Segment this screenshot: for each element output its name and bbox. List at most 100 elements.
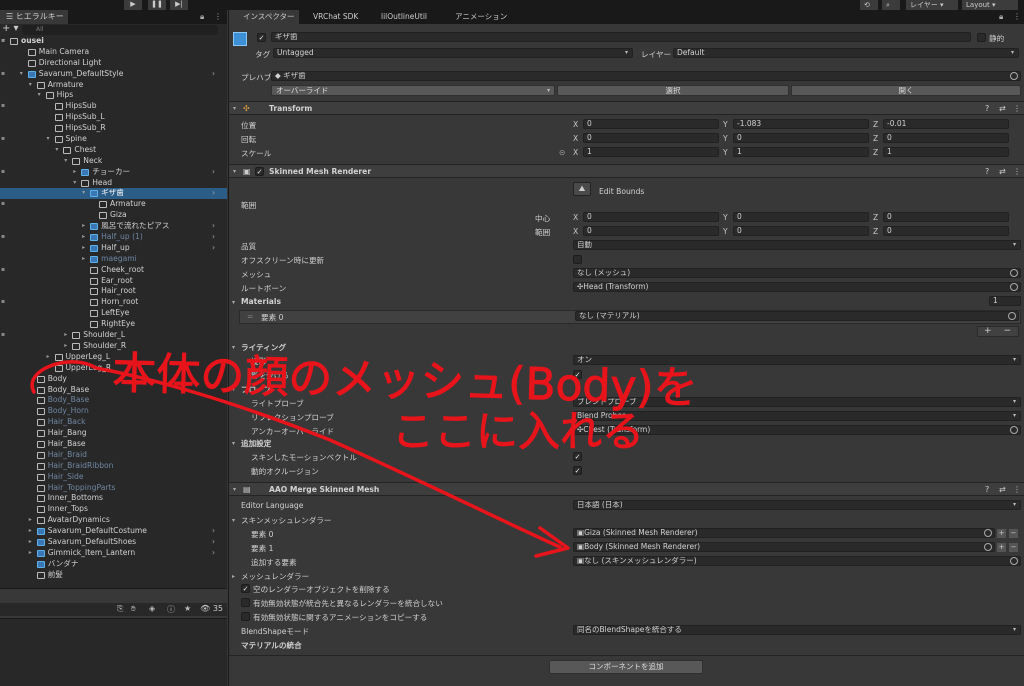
visibility-icon[interactable]: ▪ — [1, 199, 5, 210]
cast-shadows-dropdown[interactable]: オン ▾ — [573, 355, 1021, 365]
renderer-element0-field[interactable]: ▣Giza (Skinned Mesh Renderer) — [573, 528, 995, 538]
expand-arrow-icon[interactable]: ▸ — [29, 526, 32, 537]
expand-arrow-icon[interactable]: ▾ — [29, 80, 32, 91]
info-icon[interactable]: ⓘ — [167, 604, 175, 615]
copy-animation-checkbox[interactable] — [241, 612, 250, 621]
lock-icon[interactable]: 🔒︎ — [999, 12, 1003, 22]
help-icon[interactable]: ? — [985, 485, 989, 494]
create-button[interactable]: + ▾ — [2, 23, 19, 34]
expand-arrow-icon[interactable]: ▸ — [82, 221, 85, 232]
visibility-icon[interactable]: ▪ — [1, 265, 5, 276]
hierarchy-row[interactable]: ▪ Cheek_root — [0, 265, 227, 276]
open-prefab-icon[interactable]: › — [212, 537, 215, 548]
help-icon[interactable]: ? — [985, 167, 989, 176]
remove-empty-checkbox[interactable]: ✓ — [241, 584, 250, 593]
hierarchy-row[interactable]: Ear_root — [0, 276, 227, 287]
add-component-button[interactable]: コンポーネントを追加 — [549, 660, 703, 674]
skinned-mesh-renderer-header[interactable]: ▾ ▣ ✓ Skinned Mesh Renderer ? ⇄ ⋮ — [229, 164, 1024, 178]
anchor-override-field[interactable]: ✣Chest (Transform) — [573, 425, 1021, 435]
tab-vrchat-sdk[interactable]: VRChat SDK — [299, 10, 367, 24]
scene-view-icon[interactable]: ⎘ — [117, 604, 123, 614]
motion-vectors-checkbox[interactable]: ✓ — [573, 452, 582, 461]
hierarchy-row[interactable]: バンダナ — [0, 559, 227, 570]
hierarchy-row[interactable]: ▪ ▸ Shoulder_L — [0, 330, 227, 341]
hand-icon[interactable]: ✋︎ — [131, 604, 136, 614]
visibility-icon[interactable]: ▪ — [1, 69, 5, 80]
hierarchy-row[interactable]: ▾ Hips — [0, 90, 227, 101]
hierarchy-row[interactable]: Hair_ToppingParts — [0, 483, 227, 494]
bounds-center-z-field[interactable]: 0 — [883, 212, 1009, 222]
hierarchy-row[interactable]: LeftEye — [0, 308, 227, 319]
visibility-icon[interactable]: ▪ — [1, 297, 5, 308]
mesh-field[interactable]: なし (メッシュ) — [573, 268, 1021, 278]
expand-arrow-icon[interactable]: ▸ — [82, 232, 85, 243]
tab-animation[interactable]: アニメーション — [441, 10, 515, 24]
open-prefab-icon[interactable]: › — [212, 243, 215, 254]
list-add-remove[interactable]: + − — [977, 326, 1019, 337]
position-z-field[interactable]: -0.01 — [883, 119, 1009, 129]
bounds-extent-x-field[interactable]: 0 — [583, 226, 719, 236]
visibility-icon[interactable]: ▪ — [1, 101, 5, 112]
search-input[interactable]: All — [22, 25, 218, 35]
hierarchy-row[interactable]: ▸ UpperLeg_L — [0, 352, 227, 363]
expand-arrow-icon[interactable]: ▸ — [82, 254, 85, 265]
hierarchy-row[interactable]: ▾ Chest — [0, 145, 227, 156]
visibility-icon[interactable]: ▪ — [1, 167, 5, 178]
bounds-extent-z-field[interactable]: 0 — [883, 226, 1009, 236]
scale-y-field[interactable]: 1 — [733, 147, 869, 157]
rotation-x-field[interactable]: 0 — [583, 133, 719, 143]
link-icon[interactable]: ⊝ — [559, 148, 565, 157]
renderer-enabled-checkbox[interactable]: ✓ — [255, 167, 264, 176]
hierarchy-row[interactable]: ▪ ▾ ousei — [0, 36, 227, 47]
expand-arrow-icon[interactable]: ▾ — [38, 90, 41, 101]
preset-icon[interactable]: ⇄ — [999, 485, 1006, 494]
hierarchy-row[interactable]: ▾ Armature — [0, 80, 227, 91]
expand-arrow-icon[interactable]: ▾ — [20, 69, 23, 80]
hierarchy-row[interactable]: ▾ Neck — [0, 156, 227, 167]
pause-button[interactable]: ❚❚ — [148, 0, 166, 10]
expand-arrow-icon[interactable]: ▸ — [64, 330, 67, 341]
add-element-field[interactable]: ▣なし (スキンメッシュレンダラー) — [573, 556, 1021, 566]
hierarchy-row[interactable]: ▸ Shoulder_R — [0, 341, 227, 352]
expand-arrow-icon[interactable]: ▸ — [29, 515, 32, 526]
tab-inspector[interactable]: インスペクター — [229, 10, 299, 24]
expand-arrow-icon[interactable]: ▸ — [29, 548, 32, 559]
aao-merge-header[interactable]: ▾ ▤ AAO Merge Skinned Mesh ? ⇄ ⋮ — [229, 482, 1024, 496]
play-button[interactable]: ▶ — [124, 0, 142, 10]
hierarchy-row[interactable]: ▸ Savarum_DefaultShoes › — [0, 537, 227, 548]
hierarchy-row[interactable]: Hair_Braid — [0, 450, 227, 461]
hierarchy-row[interactable]: ▸ AvatarDynamics — [0, 515, 227, 526]
hierarchy-row[interactable]: ▪ ▸ チョーカー › — [0, 167, 227, 178]
hierarchy-row[interactable]: ▸ Savarum_DefaultCostume › — [0, 526, 227, 537]
open-prefab-icon[interactable]: › — [212, 188, 215, 199]
layer-dropdown[interactable]: Default ▾ — [673, 48, 1019, 58]
receive-shadows-checkbox[interactable]: ✓ — [573, 370, 582, 379]
star-icon[interactable]: ★ — [184, 604, 191, 613]
more-icon[interactable]: ⋮ — [1013, 12, 1021, 21]
hierarchy-row[interactable]: ▪ Horn_root — [0, 297, 227, 308]
hierarchy-row[interactable]: ▸ maegami — [0, 254, 227, 265]
material-element-field[interactable]: なし (マテリアル) — [575, 311, 1019, 321]
select-button[interactable]: 選択 — [557, 85, 789, 96]
hierarchy-row[interactable]: ▸ Half_up › — [0, 243, 227, 254]
quality-dropdown[interactable]: 自動 ▾ — [573, 240, 1021, 250]
hierarchy-row[interactable]: ▪ ▸ Half_up (1) › — [0, 232, 227, 243]
tab-liloutlineutil[interactable]: lilOutlineUtil — [367, 10, 441, 24]
hierarchy-row[interactable]: Hair_Base — [0, 439, 227, 450]
hierarchy-row[interactable]: Inner_Bottoms — [0, 493, 227, 504]
edit-bounds-icon[interactable]: ⛰︎ — [573, 182, 591, 196]
hierarchy-row[interactable]: Body_Base — [0, 395, 227, 406]
expand-arrow-icon[interactable]: ▾ — [64, 156, 67, 167]
hierarchy-row[interactable]: Inner_Tops — [0, 504, 227, 515]
hierarchy-row[interactable]: ▪ ▾ Savarum_DefaultStyle › — [0, 69, 227, 80]
static-checkbox[interactable] — [977, 33, 986, 42]
layers-dropdown[interactable]: レイヤー ▾ — [906, 0, 958, 10]
open-prefab-icon[interactable]: › — [212, 221, 215, 232]
history-icon[interactable]: ⟲ — [860, 0, 878, 10]
hierarchy-row[interactable]: ▾ Head — [0, 178, 227, 189]
prefab-field[interactable]: ◆ ギザ歯 — [271, 71, 1021, 81]
bounds-center-y-field[interactable]: 0 — [733, 212, 869, 222]
element0-add-button[interactable]: + — [997, 529, 1006, 538]
more-icon[interactable]: ⋮ — [214, 12, 222, 21]
tag-dropdown[interactable]: Untagged ▾ — [273, 48, 633, 58]
